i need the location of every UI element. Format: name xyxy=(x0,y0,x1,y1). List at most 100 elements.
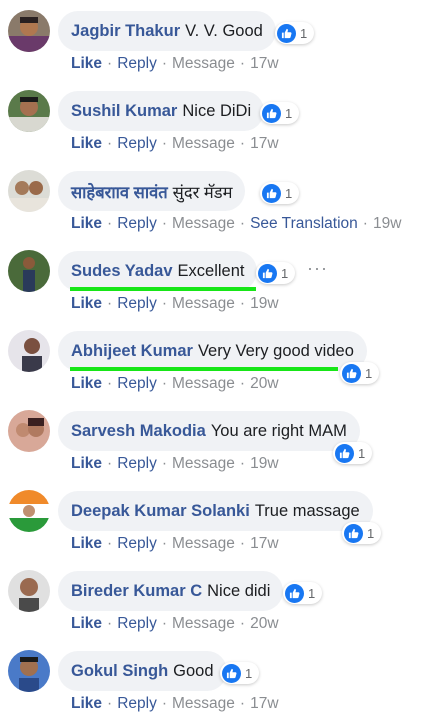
separator: · xyxy=(107,215,113,232)
reply-button[interactable]: Reply xyxy=(117,375,157,392)
separator: · xyxy=(161,55,167,72)
comment-bubble: Sushil Kumar Nice DiDi xyxy=(58,91,265,131)
comment-actions: Like · Reply · Message · 19w xyxy=(71,295,279,313)
separator: · xyxy=(107,455,113,472)
reaction-count-badge[interactable]: 1 xyxy=(220,662,260,684)
reply-button[interactable]: Reply xyxy=(117,615,157,632)
avatar[interactable] xyxy=(8,410,50,452)
separator: · xyxy=(107,695,113,712)
reaction-count-badge[interactable]: 1 xyxy=(260,102,300,124)
reaction-count-badge[interactable]: 1 xyxy=(260,182,300,204)
commenter-name[interactable]: Sudes Yadav xyxy=(71,262,173,281)
separator: · xyxy=(161,455,167,472)
reaction-count: 1 xyxy=(358,445,366,461)
separator: · xyxy=(161,215,167,232)
reply-button[interactable]: Reply xyxy=(117,455,157,472)
timestamp[interactable]: 20w xyxy=(250,615,278,632)
comment-bubble: Bireder Kumar C Nice didi xyxy=(58,571,284,611)
avatar[interactable] xyxy=(8,170,50,212)
reaction-count: 1 xyxy=(245,665,253,681)
timestamp[interactable]: 17w xyxy=(250,535,278,552)
timestamp[interactable]: 19w xyxy=(250,295,278,312)
comment-text: V. V. Good xyxy=(185,21,263,40)
commenter-name[interactable]: Bireder Kumar C xyxy=(71,582,202,601)
reaction-count: 1 xyxy=(285,185,293,201)
reaction-count-badge[interactable]: 1 xyxy=(275,22,315,44)
message-button[interactable]: Message xyxy=(172,295,235,312)
reaction-count-badge[interactable]: 1 xyxy=(283,582,323,604)
timestamp[interactable]: 19w xyxy=(250,455,278,472)
separator: · xyxy=(161,535,167,552)
highlight-underline xyxy=(70,287,256,291)
reply-button[interactable]: Reply xyxy=(117,55,157,72)
reaction-count-badge[interactable]: 1 xyxy=(340,362,380,384)
timestamp[interactable]: 17w xyxy=(250,55,278,72)
thumbs-up-icon xyxy=(222,663,241,683)
separator: · xyxy=(239,615,246,632)
comment-row: साहेबरााव सावंत सुंदर मॅडम 1 Like · Reply ·… xyxy=(0,160,424,240)
commenter-name[interactable]: Deepak Kumar Solanki xyxy=(71,502,250,521)
thumbs-up-icon xyxy=(262,183,281,203)
like-button[interactable]: Like xyxy=(71,695,102,712)
commenter-name[interactable]: Jagbir Thakur xyxy=(71,22,180,41)
see-translation-link[interactable]: See Translation xyxy=(250,215,358,232)
message-button[interactable]: Message xyxy=(172,455,235,472)
thumbs-up-icon xyxy=(258,263,277,283)
commenter-name[interactable]: Abhijeet Kumar xyxy=(71,342,193,361)
like-button[interactable]: Like xyxy=(71,535,102,552)
reply-button[interactable]: Reply xyxy=(117,695,157,712)
separator: · xyxy=(239,375,246,392)
reaction-count: 1 xyxy=(281,265,289,281)
comment-row: Sushil Kumar Nice DiDi 1 Like · Reply · Mess… xyxy=(0,80,424,160)
message-button[interactable]: Message xyxy=(172,615,235,632)
reaction-count: 1 xyxy=(367,525,375,541)
comment-text: सुंदर मॅडम xyxy=(172,183,233,202)
avatar[interactable] xyxy=(8,10,50,52)
like-button[interactable]: Like xyxy=(71,455,102,472)
comment-row: Abhijeet Kumar Very Very good video 1 Li… xyxy=(0,320,424,400)
commenter-name[interactable]: Gokul Singh xyxy=(71,662,168,681)
commenter-name[interactable]: Sarvesh Makodia xyxy=(71,422,206,441)
timestamp[interactable]: 17w xyxy=(250,135,278,152)
commenter-name[interactable]: Sushil Kumar xyxy=(71,102,177,121)
avatar[interactable] xyxy=(8,90,50,132)
message-button[interactable]: Message xyxy=(172,215,235,232)
comment-actions: Like · Reply · Message · 17w xyxy=(71,695,279,713)
like-button[interactable]: Like xyxy=(71,55,102,72)
like-button[interactable]: Like xyxy=(71,135,102,152)
reply-button[interactable]: Reply xyxy=(117,215,157,232)
more-options-icon[interactable]: ··· xyxy=(307,258,328,279)
timestamp[interactable]: 19w xyxy=(373,215,401,232)
comment-row: Sudes Yadav Excellent 1 ··· Like · Reply · M… xyxy=(0,240,424,320)
timestamp[interactable]: 17w xyxy=(250,695,278,712)
avatar[interactable] xyxy=(8,330,50,372)
message-button[interactable]: Message xyxy=(172,375,235,392)
comment-actions: Like · Reply · Message · See Translation · 19w xyxy=(71,215,401,233)
reply-button[interactable]: Reply xyxy=(117,295,157,312)
reply-button[interactable]: Reply xyxy=(117,535,157,552)
avatar[interactable] xyxy=(8,570,50,612)
comment-row: Gokul Singh Good 1 Like · Reply · Message · 17… xyxy=(0,640,424,720)
commenter-name[interactable]: साहेबरााव सावंत xyxy=(71,180,168,203)
comment-text: Nice DiDi xyxy=(182,101,252,120)
comment-text: Excellent xyxy=(177,261,245,280)
like-button[interactable]: Like xyxy=(71,295,102,312)
message-button[interactable]: Message xyxy=(172,535,235,552)
comment-actions: Like · Reply · Message · 20w xyxy=(71,375,279,393)
reply-button[interactable]: Reply xyxy=(117,135,157,152)
like-button[interactable]: Like xyxy=(71,375,102,392)
message-button[interactable]: Message xyxy=(172,55,235,72)
avatar[interactable] xyxy=(8,250,50,292)
avatar[interactable] xyxy=(8,490,50,532)
reaction-count-badge[interactable]: 1 xyxy=(342,522,382,544)
reaction-count-badge[interactable]: 1 xyxy=(333,442,373,464)
message-button[interactable]: Message xyxy=(172,695,235,712)
timestamp[interactable]: 20w xyxy=(250,375,278,392)
avatar[interactable] xyxy=(8,650,50,692)
like-button[interactable]: Like xyxy=(71,215,102,232)
message-button[interactable]: Message xyxy=(172,135,235,152)
comment-actions: Like · Reply · Message · 17w xyxy=(71,55,279,73)
comment-actions: Like · Reply · Message · 20w xyxy=(71,615,279,633)
reaction-count-badge[interactable]: 1 xyxy=(256,262,296,284)
like-button[interactable]: Like xyxy=(71,615,102,632)
